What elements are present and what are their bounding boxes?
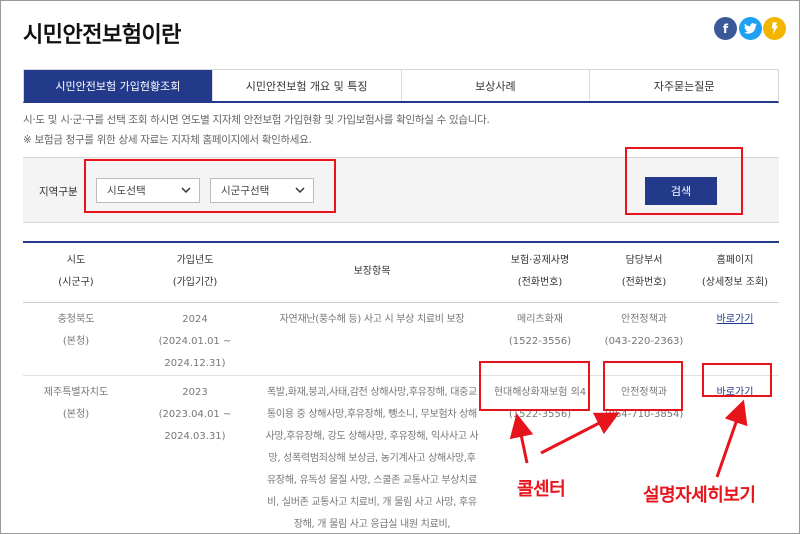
notice-text: 시·도 및 시·군·구를 선택 조회 하시면 연도별 지자체 안전보험 가입현황… [23,114,490,126]
col-header-insurer: 보험·공제사명 (전화번호) [483,242,597,303]
chevron-down-icon [181,187,191,194]
page-frame: 시민안전보험이란 f 시민안전보험 가입현황조회 시민안전보험 개요 및 특징 … [0,0,800,534]
notice-text: ※ 보험금 청구를 위한 상세 자료는 지자체 홈페이지에서 확인하세요. [23,134,312,146]
cell-coverage: 자연재난(풍수해 등) 사고 시 부상 치료비 보장 [261,302,483,376]
col-header-region: 시도 (시군구) [23,242,129,303]
cell-homepage: 바로가기 [691,302,779,376]
kakaostory-icon[interactable] [763,17,786,40]
tab-faq[interactable]: 자주묻는질문 [590,70,778,101]
cell-year: 2024 (2024.01.01 ~ 2024.12.31) [129,302,261,376]
col-header-year: 가입년도 (가입기간) [129,242,261,303]
cell-coverage: 폭발,화재,붕괴,사태,감전 상해사망,후유장해, 대중교통이용 중 상해사망,… [261,375,483,533]
sigungu-select[interactable]: 시군구선택 [210,178,314,203]
callout-call-center: 콜센터 [517,479,566,500]
col-header-coverage: 보장항목 [261,242,483,303]
page-title: 시민안전보험이란 [23,23,181,48]
search-button[interactable]: 검색 [645,177,717,205]
cell-homepage: 바로가기 [691,375,779,533]
sido-select[interactable]: 시도선택 [96,178,200,203]
callout-detail-view: 설명자세히보기 [643,485,756,506]
tab-bar: 시민안전보험 가입현황조회 시민안전보험 개요 및 특징 보상사례 자주묻는질문 [23,69,779,103]
cell-dept: 안전정책과 (043-220-2363) [597,302,691,376]
cell-year: 2023 (2023.04.01 ~ 2024.03.31) [129,375,261,533]
homepage-link[interactable]: 바로가기 [717,387,754,398]
twitter-icon[interactable] [739,17,762,40]
col-header-dept: 담당부서 (전화번호) [597,242,691,303]
cell-dept: 안전정책과 (064-710-3854) [597,375,691,533]
facebook-icon[interactable]: f [714,17,737,40]
table-row: 충청북도 (본청) 2024 (2024.01.01 ~ 2024.12.31) 자… [23,302,779,376]
table-header-row: 시도 (시군구) 가입년도 (가입기간) 보장항목 보험·공제사명 (전화번호) 담당… [23,242,779,303]
cell-region: 제주특별자치도 (본청) [23,375,129,533]
homepage-link[interactable]: 바로가기 [717,314,754,325]
sido-select-value: 시도선택 [107,185,146,197]
table-row: 제주특별자치도 (본청) 2023 (2023.04.01 ~ 2024.03.31… [23,375,779,533]
chevron-down-icon [295,187,305,194]
cell-region: 충청북도 (본청) [23,302,129,376]
search-panel: 지역구분 시도선택 시군구선택 검색 [23,157,779,223]
sigungu-select-value: 시군구선택 [221,185,270,197]
tab-compensation-cases[interactable]: 보상사례 [401,70,591,101]
cell-insurer: 현대해상화재보험 외4 (1522-3556) [483,375,597,533]
cell-insurer: 메리츠화재 (1522-3556) [483,302,597,376]
region-label: 지역구분 [39,186,78,198]
tab-enrollment-status[interactable]: 시민안전보험 가입현황조회 [24,70,213,101]
col-header-homepage: 홈페이지 (상세정보 조회) [691,242,779,303]
tab-overview[interactable]: 시민안전보험 개요 및 특징 [212,70,402,101]
